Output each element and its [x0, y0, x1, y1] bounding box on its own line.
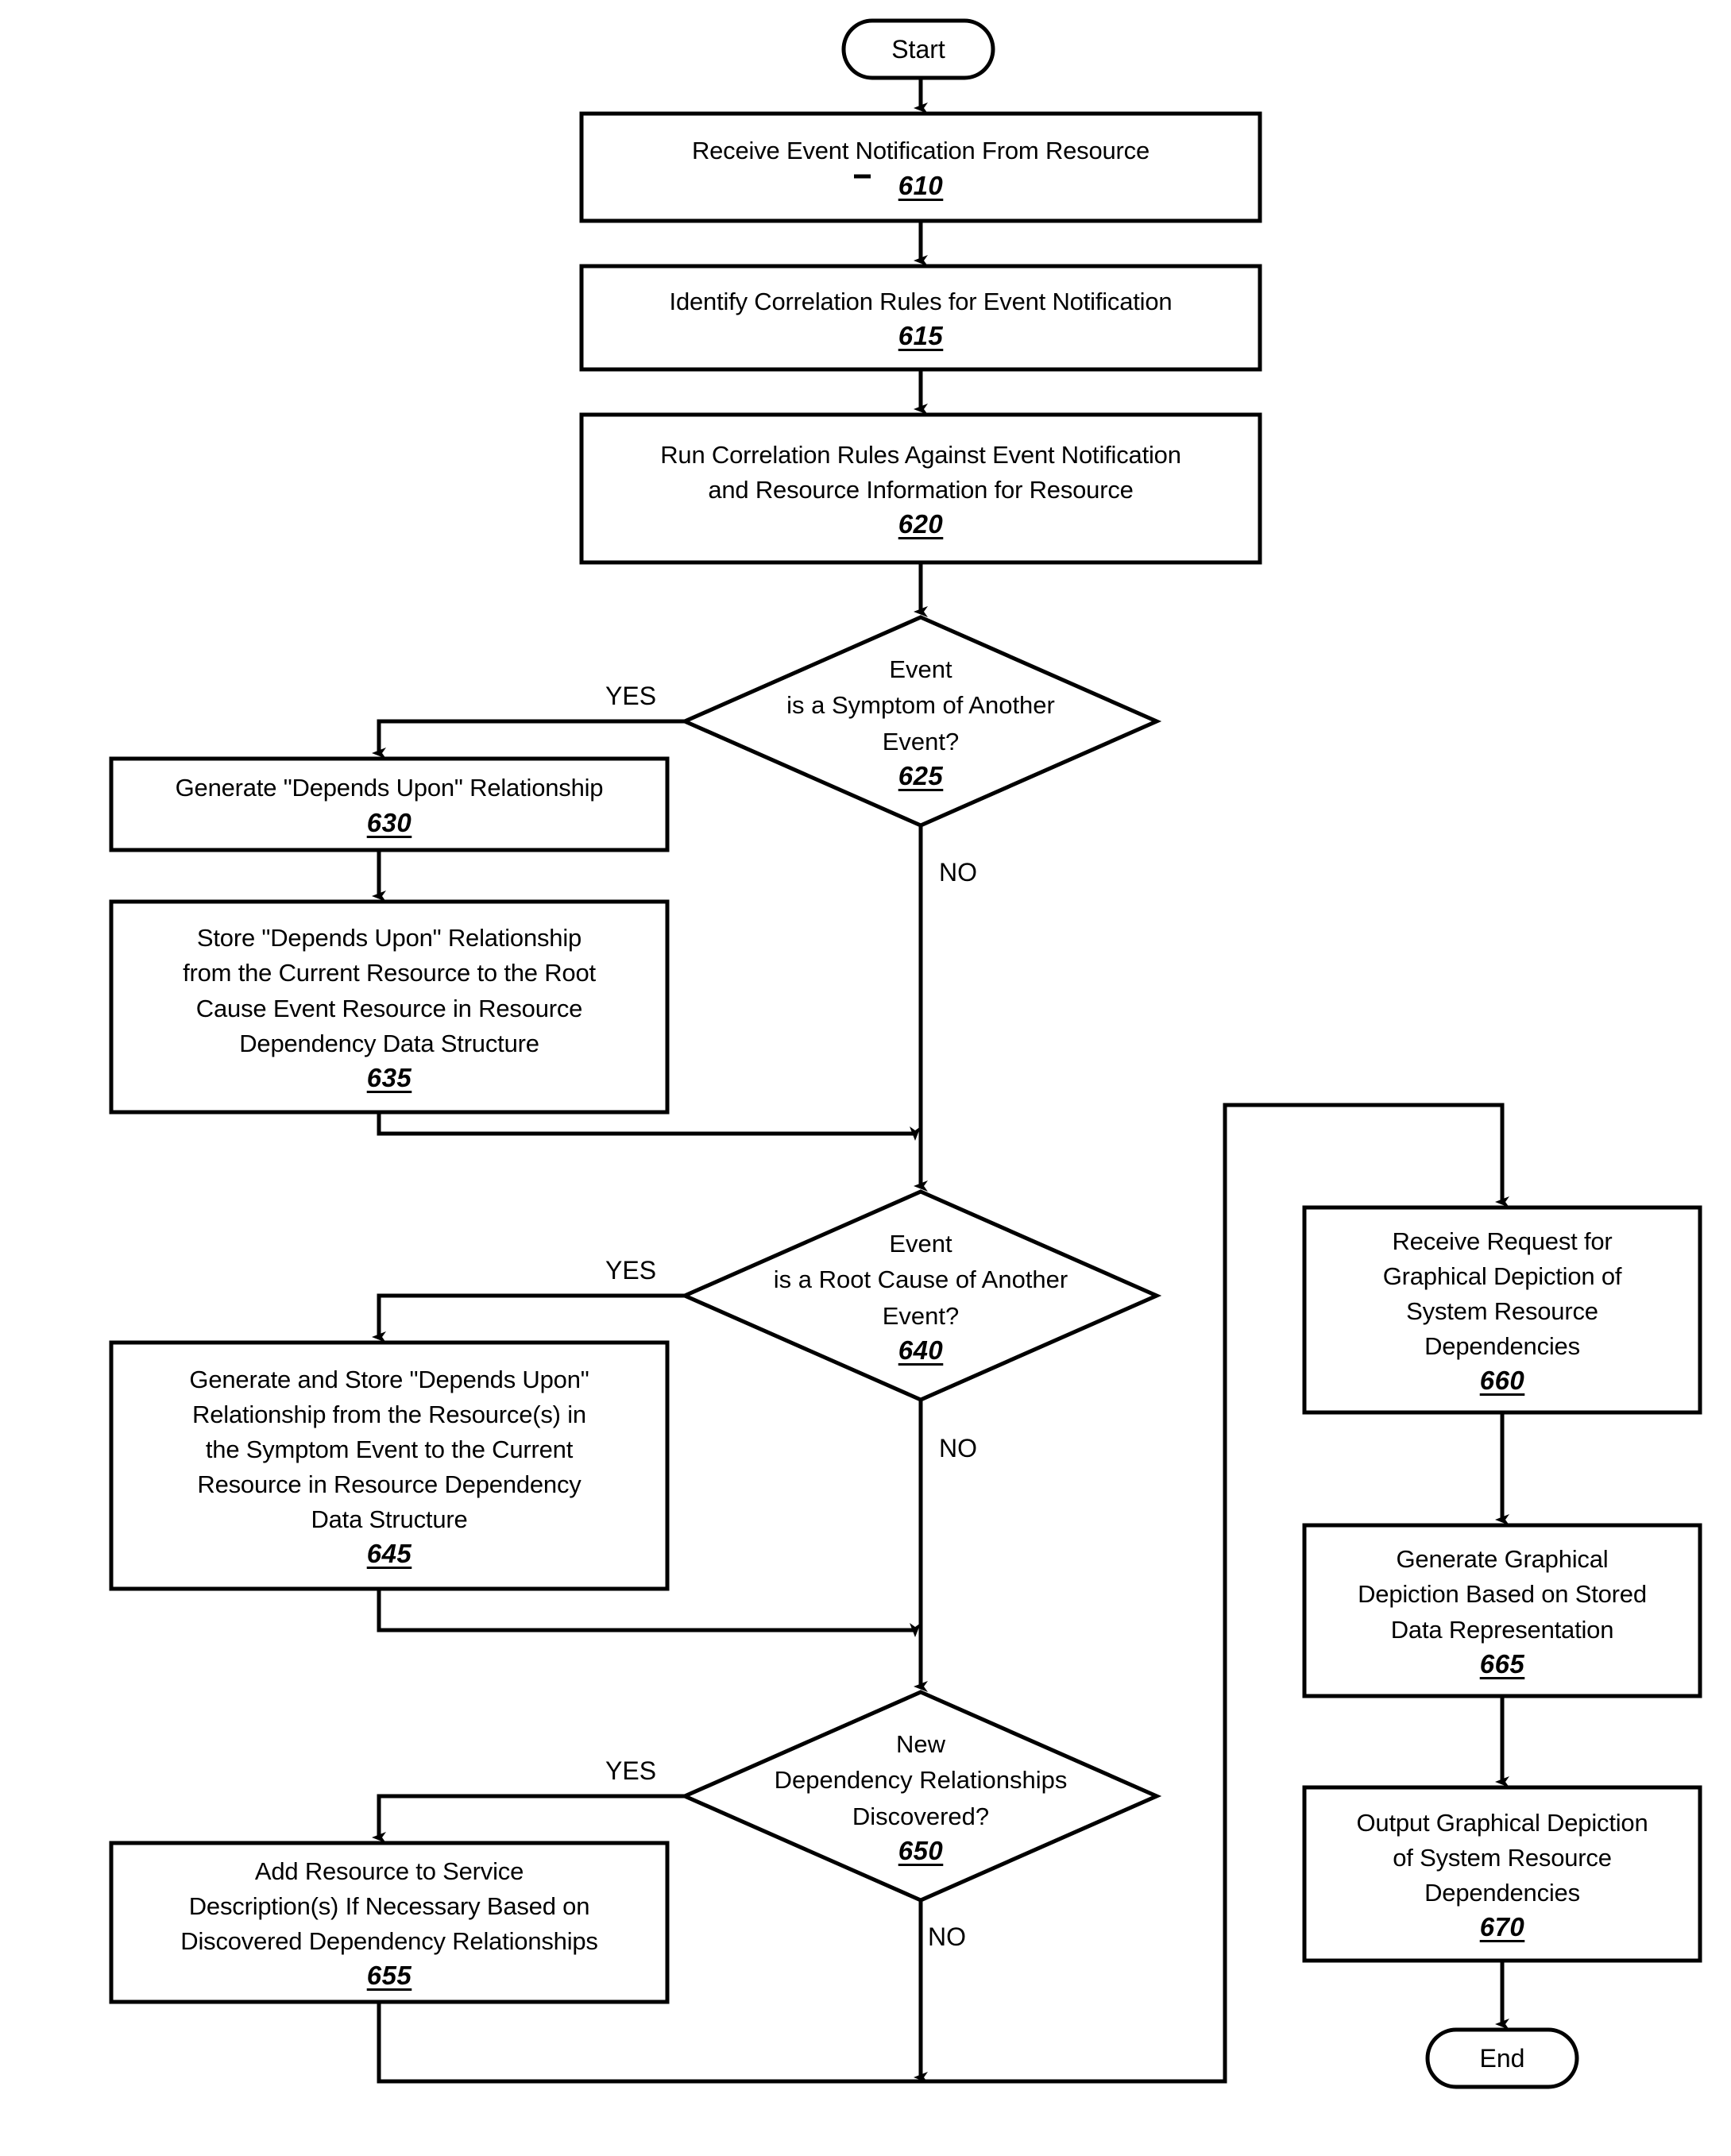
node-655-shape: [109, 1841, 670, 2004]
edge-label-no-650: NO: [928, 1922, 966, 1951]
edge-label-no-640: NO: [939, 1434, 977, 1462]
node-610-shape: [579, 111, 1262, 223]
end-terminator-shape: [1425, 2027, 1579, 2089]
node-630-shape: [109, 756, 670, 852]
edge-label-yes-640: YES: [605, 1256, 657, 1285]
edge-label-no-625: NO: [939, 858, 977, 887]
node-640-shape: [679, 1189, 1162, 1402]
connector-635-merge: [377, 1112, 921, 1141]
node-635-shape: [109, 899, 670, 1115]
node-670-shape: [1302, 1785, 1702, 1963]
node-620-shape: [579, 412, 1262, 565]
edge-label-yes-625: YES: [605, 682, 657, 710]
connector-645-merge: [377, 1589, 921, 1637]
flowchart-canvas: Start Receive Event Notification From Re…: [0, 0, 1731, 2156]
node-615-shape: [579, 264, 1262, 372]
node-665-shape: [1302, 1523, 1702, 1698]
node-650-shape: [679, 1690, 1162, 1903]
node-645-shape: [109, 1340, 670, 1591]
start-terminator-shape: [841, 18, 995, 80]
connector-625-yes-to-630: [372, 719, 685, 759]
flowchart-shapes-and-connectors: [109, 18, 1702, 2089]
edge-label-yes-650: YES: [605, 1756, 657, 1785]
node-625-shape: [679, 615, 1162, 828]
connector-650-yes-to-655: [372, 1794, 685, 1843]
node-660-shape: [1302, 1205, 1702, 1415]
connector-640-yes-to-645: [372, 1293, 685, 1343]
